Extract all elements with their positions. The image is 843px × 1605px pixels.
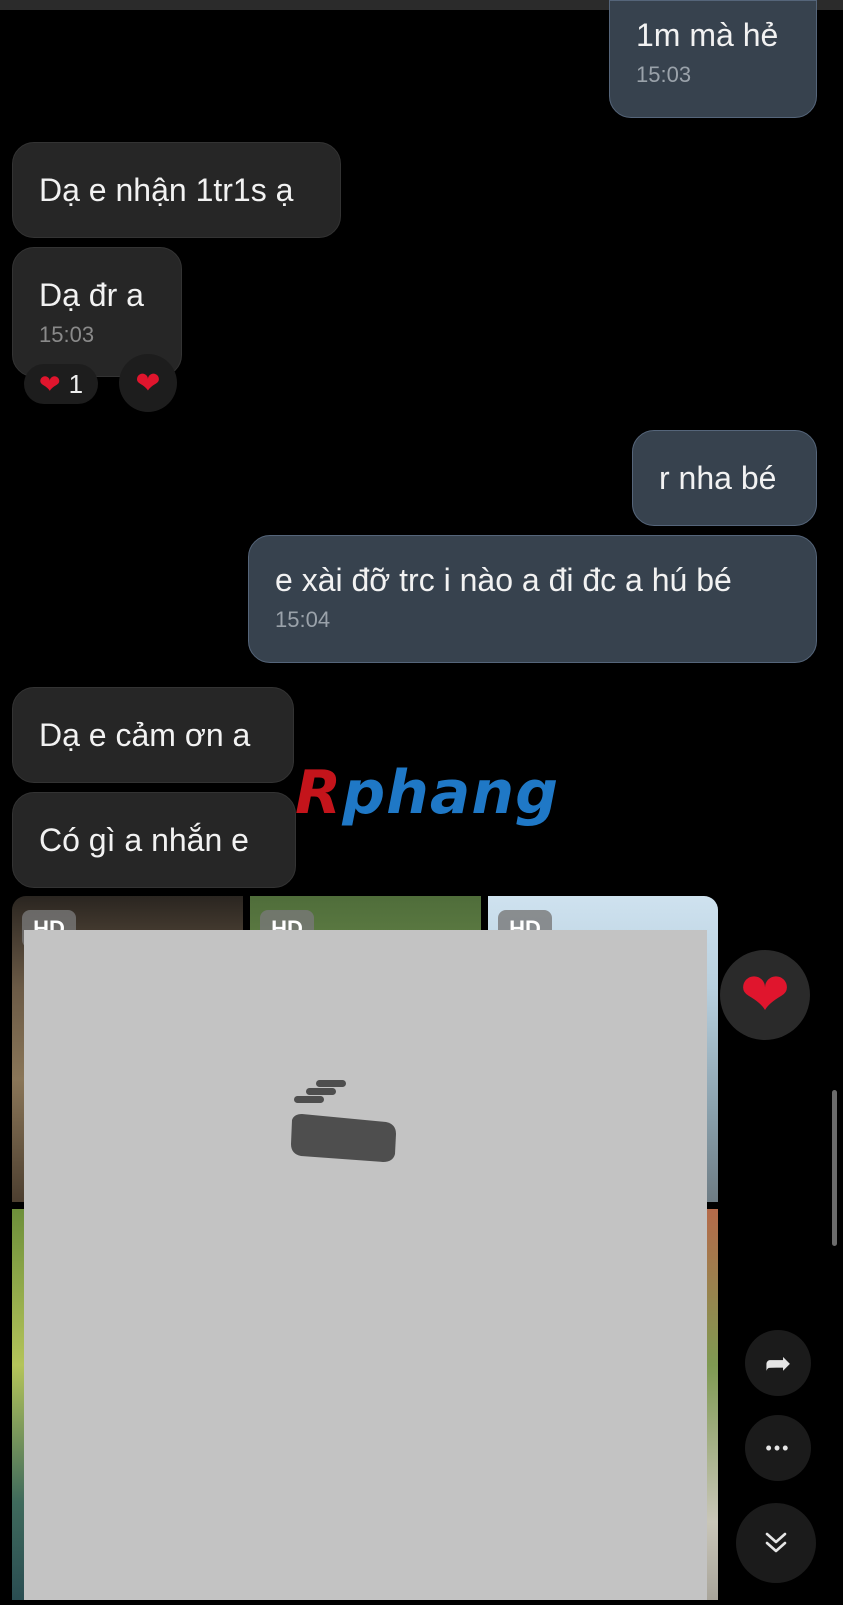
message-text: Dạ e cảm ơn a [39,717,251,753]
message-text: e xài đỡ trc i nào a đi đc a hú bé [275,562,732,598]
message-text: r nha bé [659,460,777,496]
reaction-count: 1 [68,368,84,399]
message-text: Có gì a nhắn e [39,822,249,858]
heart-reaction-button[interactable]: ❤ [720,950,810,1040]
chevron-double-down-icon [765,1532,787,1553]
message-time: 15:03 [39,322,95,347]
message-received[interactable]: Dạ e cảm ơn a [12,687,294,783]
forward-button[interactable]: ➦ [745,1330,811,1396]
forward-icon: ➦ [764,1345,792,1381]
message-sent[interactable]: 1m mà hẻ 15:03 [609,0,817,118]
message-text: Dạ e nhận 1tr1s ạ [39,172,294,208]
reaction-count-pill[interactable]: ❤ 1 [24,364,98,404]
scroll-to-bottom-button[interactable] [736,1503,816,1583]
heart-icon: ❤ [38,368,61,399]
message-received[interactable]: Dạ e nhận 1tr1s ạ [12,142,341,238]
message-sent[interactable]: e xài đỡ trc i nào a đi đc a hú bé 15:04 [248,535,817,663]
scrollbar[interactable] [832,1090,837,1246]
scribble-mark [291,1080,396,1162]
more-icon: ••• [765,1437,791,1458]
add-reaction-button[interactable]: ❤ [119,354,177,412]
message-time: 15:04 [275,607,331,632]
more-options-button[interactable]: ••• [745,1415,811,1481]
watermark-logo: Rphang [295,758,560,828]
redaction-overlay [24,930,707,1600]
message-text: 1m mà hẻ [636,17,779,53]
message-time: 15:03 [636,62,692,87]
message-sent[interactable]: r nha bé [632,430,817,526]
heart-icon: ❤ [739,961,791,1028]
message-received[interactable]: Có gì a nhắn e [12,792,296,888]
heart-icon: ❤ [135,366,161,400]
message-text: Dạ đr a [39,277,144,313]
